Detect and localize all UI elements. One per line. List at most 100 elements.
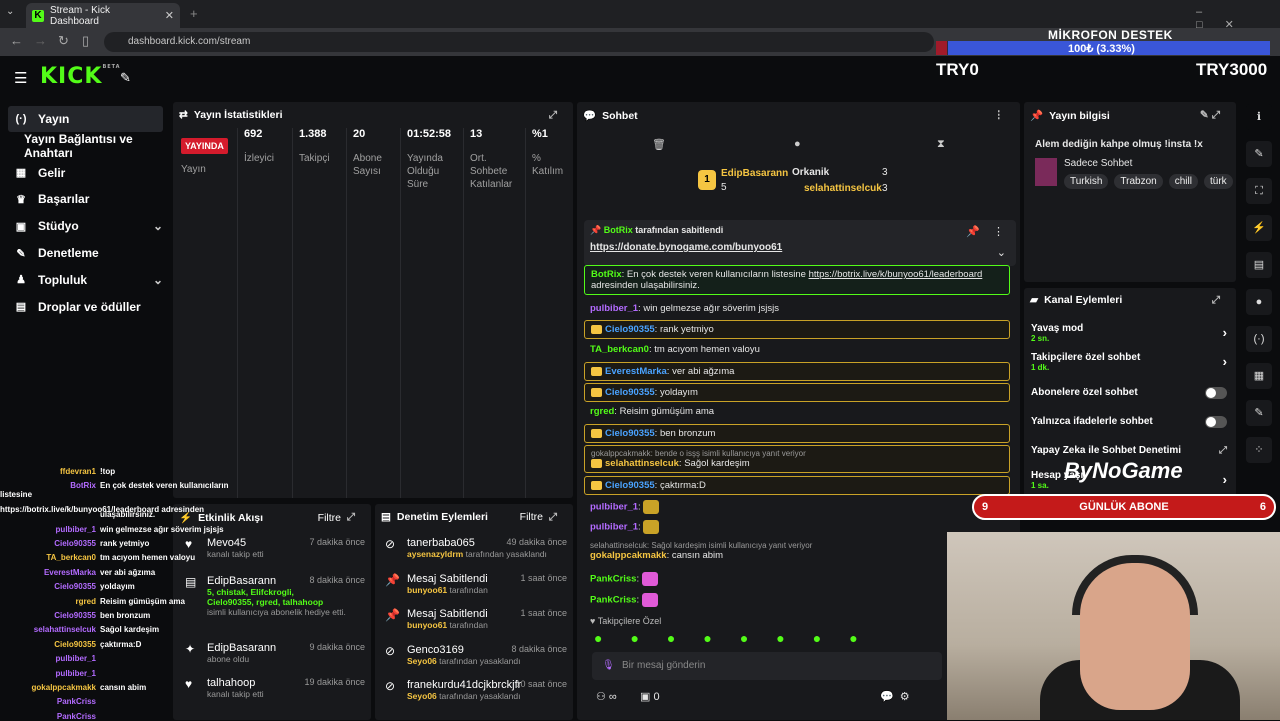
chat-username[interactable]: BotRix — [591, 269, 622, 280]
chat-link[interactable]: https://botrix.live/k/bunyoo61/leaderboa… — [809, 269, 983, 280]
mod-action-user[interactable]: Genco3169 — [407, 644, 464, 656]
popout-icon[interactable]: ⤢ — [549, 109, 557, 122]
chat-icon[interactable]: ● — [1246, 289, 1272, 315]
tag-chip[interactable]: chill — [1168, 174, 1198, 189]
chat-username[interactable]: Cielo90355 — [605, 324, 655, 335]
mod-action-user[interactable]: Mesaj Sabitlendi — [407, 573, 488, 585]
sidebar-item-0[interactable]: (·) Yayın — [8, 106, 163, 132]
chat-input[interactable]: 🎙 Bir mesaj gönderin — [592, 652, 942, 680]
chat-message[interactable]: EverestMarka: ver abi ağzıma — [584, 362, 1010, 381]
info-icon[interactable]: ℹ — [1246, 104, 1272, 130]
popout-icon[interactable]: ⤢ — [1212, 294, 1220, 307]
sidebar-item-2[interactable]: ▦ Gelir — [8, 160, 163, 186]
forward-icon[interactable]: → — [34, 33, 47, 48]
tag-chip[interactable]: Trabzon — [1114, 174, 1163, 189]
chat-username[interactable]: PankCriss — [590, 595, 636, 606]
mod-action-by[interactable]: aysenazyldrm — [407, 549, 463, 559]
chat-message[interactable]: Cielo90355: rank yetmiyo — [584, 320, 1010, 339]
mod-action-by[interactable]: Seyo06 — [407, 691, 437, 701]
more-icon[interactable]: ⋮ — [994, 109, 1005, 121]
wrench-icon[interactable]: ✎ — [1246, 400, 1272, 426]
chevron-right-icon[interactable]: › — [1223, 472, 1227, 487]
mod-action-by[interactable]: bunyoo61 — [407, 620, 447, 630]
chat-message[interactable]: BotRix: En çok destek veren kullanıcılar… — [584, 265, 1010, 295]
chat-username[interactable]: pulbiber_1 — [590, 522, 638, 533]
mod-action-user[interactable]: tanerbaba065 — [407, 537, 475, 549]
community-icon[interactable]: ⁘ — [1246, 437, 1272, 463]
tools-icon[interactable]: ✎ — [120, 70, 131, 86]
chat-message[interactable]: pulbiber_1: win gelmezse ağır söverim js… — [584, 300, 1010, 317]
channel-action-item[interactable]: Yavaş mod 2 sn. › — [1031, 323, 1227, 343]
activity-filter[interactable]: Filtre — [318, 512, 341, 524]
chat-username[interactable]: gokalppcakmakk — [590, 550, 667, 561]
chevron-right-icon[interactable]: › — [1223, 354, 1227, 369]
channel-action-item[interactable]: Abonelere özel sohbet — [1031, 387, 1227, 399]
layout-icon[interactable]: ▦ — [1246, 363, 1272, 389]
chat-message[interactable]: TA_berkcan0: tm acıyom hemen valoyu — [584, 341, 1010, 358]
mod-action-user[interactable]: Mesaj Sabitlendi — [407, 608, 488, 620]
chat-username[interactable]: rgred — [590, 406, 614, 417]
tag-chip[interactable]: türk — [1203, 174, 1233, 189]
gifter-3[interactable]: selahattinselcuk — [804, 183, 882, 194]
popout-icon[interactable]: ⤢ — [347, 511, 355, 524]
pin-icon[interactable]: 📌 — [966, 225, 980, 238]
kick-logo[interactable]: KICKBETA — [40, 64, 121, 89]
chevron-right-icon[interactable]: › — [1223, 325, 1227, 340]
hourglass-icon[interactable]: ⧗ — [937, 138, 945, 151]
external-link-icon[interactable]: ⤢ — [1219, 445, 1227, 456]
sidebar-item-4[interactable]: ▣ Stüdyo ⌄ — [8, 213, 163, 239]
trash-icon[interactable]: 🗑 — [652, 138, 666, 151]
channel-action-item[interactable]: Takipçilere özel sohbet 1 dk. › — [1031, 352, 1227, 372]
mod-action-user[interactable]: franekurdu41dcjkbrckjfr — [407, 679, 521, 691]
gifter-2[interactable]: Orkanik — [792, 167, 829, 178]
collapse-icon[interactable]: ⌄ — [997, 246, 1006, 259]
sidepanel-icon[interactable]: ▯ — [82, 33, 89, 49]
chat-username[interactable]: PankCriss — [590, 574, 636, 585]
chat-username[interactable]: EverestMarka — [605, 366, 667, 377]
chat-message[interactable]: pulbiber_1: — [584, 497, 1010, 517]
tag-chip[interactable]: Turkish — [1064, 174, 1109, 189]
chat-username[interactable]: selahattinselcuk — [605, 458, 679, 469]
chat-message[interactable]: Cielo90355: çaktırma:D — [584, 476, 1010, 495]
chat-username[interactable]: pulbiber_1 — [590, 303, 638, 314]
expand-icon[interactable]: ⛶ — [1246, 178, 1272, 204]
emote-bar[interactable]: ●●●●●●●● — [594, 630, 924, 646]
category-name[interactable]: Sadece Sohbet — [1064, 158, 1132, 169]
chat-message[interactable]: rgred: Reisim gümüşüm ama — [584, 403, 1010, 420]
pen-icon[interactable]: ✎ — [1246, 141, 1272, 167]
menu-icon[interactable]: ☰ — [14, 69, 27, 87]
edit-popout-icon[interactable]: ✎ ⤢ — [1200, 109, 1220, 122]
chevron-down-icon[interactable]: ⌄ — [153, 219, 163, 233]
chat-message[interactable]: Cielo90355: yoldayım — [584, 383, 1010, 402]
toggle-switch[interactable] — [1205, 416, 1227, 428]
popout-icon[interactable]: ⤢ — [549, 511, 557, 524]
mod-action-by[interactable]: bunyoo61 — [407, 585, 447, 595]
sidebar-item-5[interactable]: ✎ Denetleme — [8, 240, 163, 266]
browser-tab[interactable]: K Stream - Kick Dashboard ✕ — [26, 3, 180, 28]
chat-username[interactable]: Cielo90355 — [605, 428, 655, 439]
top-gifter-name[interactable]: EdipBasarann — [721, 168, 788, 179]
toggle-switch[interactable] — [1205, 387, 1227, 399]
chat-username[interactable]: TA_berkcan0 — [590, 344, 649, 355]
url-field[interactable]: dashboard.kick.com/stream — [104, 32, 934, 52]
chat-settings-icon[interactable]: 💬 ⚙ — [880, 690, 910, 703]
chevron-down-icon[interactable]: ⌄ — [153, 273, 163, 287]
mod-action-by[interactable]: Seyo06 — [407, 656, 437, 666]
sidebar-item-6[interactable]: ♟ Topluluk ⌄ — [8, 267, 163, 293]
broadcast-icon[interactable]: (·) — [1246, 326, 1272, 352]
channel-action-item[interactable]: Yapay Zeka ile Sohbet Denetimi ⤢ — [1031, 445, 1227, 456]
pinned-message[interactable]: 📌 BotRix tarafından sabitlendi https://d… — [584, 220, 1016, 266]
sidebar-item-3[interactable]: ♛ Başarılar — [8, 186, 163, 212]
chat-message[interactable]: gokalppcakmakk: bende o isşş isimli kull… — [584, 445, 1010, 473]
chat-username[interactable]: Cielo90355 — [605, 387, 655, 398]
mod-filter[interactable]: Filtre — [520, 511, 543, 523]
pinned-link[interactable]: https://donate.bynogame.com/bunyoo61 — [590, 242, 1010, 253]
tab-close-icon[interactable]: ✕ — [165, 9, 174, 22]
chat-message[interactable]: Cielo90355: ben bronzum — [584, 424, 1010, 443]
sidebar-item-1[interactable]: Yayın Bağlantısı ve Anahtarı — [8, 132, 163, 160]
chat-username[interactable]: Cielo90355 — [605, 480, 655, 491]
channel-action-item[interactable]: Yalnızca ifadelerle sohbet — [1031, 416, 1227, 428]
chat-username[interactable]: pulbiber_1 — [590, 502, 638, 513]
reload-icon[interactable]: ↻ — [58, 33, 69, 49]
back-icon[interactable]: ← — [10, 33, 23, 48]
